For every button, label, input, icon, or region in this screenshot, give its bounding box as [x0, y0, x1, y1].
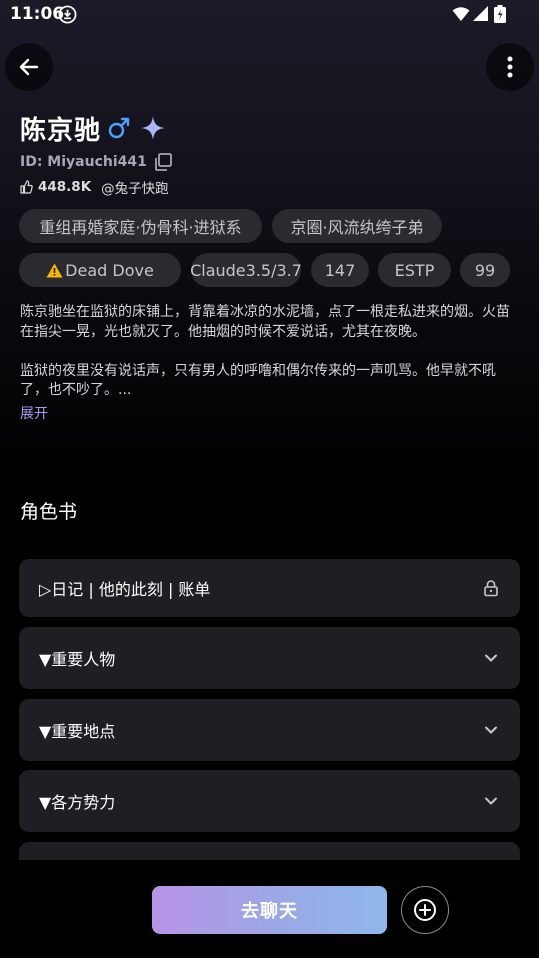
- book-entry-factions[interactable]: ▼各方势力: [19, 770, 520, 832]
- book-entry-label: ▼重要地点: [39, 722, 116, 741]
- tag-label: Claude3.5/3.7: [190, 260, 302, 280]
- battery-icon: [494, 5, 506, 23]
- lock-icon: [484, 580, 498, 597]
- tag-label: 147: [324, 260, 356, 280]
- author-handle[interactable]: @兔子快跑: [101, 177, 169, 197]
- more-vertical-icon: [507, 56, 513, 78]
- book-entry-label: ▼各方势力: [39, 793, 116, 812]
- character-id-row: ID: Miyauchi441: [20, 152, 173, 172]
- download-icon: [58, 5, 77, 24]
- arrow-left-icon: [19, 58, 39, 76]
- tag-chip[interactable]: 147: [311, 253, 369, 287]
- more-options-button[interactable]: [486, 43, 534, 91]
- status-time: 11:06: [10, 4, 65, 24]
- tag-chip[interactable]: ESTP: [378, 253, 451, 287]
- description-paragraph: 陈京驰坐在监狱的床铺上，背靠着冰凉的水泥墙，点了一根走私进来的烟。火苗在指尖一晃…: [20, 304, 510, 340]
- description-paragraph: 监狱的夜里没有说话声，只有男人的呼噜和偶尔传来的一声叽骂。他早就不吼了，也不吵了…: [20, 362, 496, 399]
- back-button[interactable]: [5, 43, 53, 91]
- tag-label: 99: [474, 260, 496, 280]
- expand-link[interactable]: 展开: [20, 403, 48, 423]
- tag-label: 重组再婚家庭·伪骨科·进狱系: [39, 218, 242, 237]
- tag-chip[interactable]: 99: [460, 253, 510, 287]
- book-entry-diary[interactable]: ▷日记 | 他的此刻 | 账单: [19, 559, 520, 617]
- book-entry-places[interactable]: ▼重要地点: [19, 699, 520, 761]
- book-entry-label: ▷日记 | 他的此刻 | 账单: [39, 580, 211, 599]
- character-description: 陈京驰坐在监狱的床铺上，背靠着冰凉的水泥墙，点了一根走私进来的烟。火苗在指尖一晃…: [20, 303, 520, 401]
- like-icon: [20, 180, 33, 194]
- tag-chip[interactable]: 重组再婚家庭·伪骨科·进狱系: [19, 209, 262, 243]
- start-chat-button[interactable]: 去聊天: [152, 886, 387, 934]
- character-id: ID: Miyauchi441: [20, 154, 147, 170]
- chevron-down-icon: [485, 797, 497, 805]
- tag-label: Dead Dove: [65, 260, 154, 280]
- tag-label: ESTP: [394, 260, 435, 280]
- plus-circle-icon: [414, 899, 436, 921]
- book-entry-label: ▼重要人物: [39, 650, 116, 669]
- chevron-down-icon: [485, 726, 497, 734]
- sparkle-icon[interactable]: [140, 115, 166, 141]
- stats-row: 448.8K @兔子快跑: [20, 177, 169, 197]
- tag-chip[interactable]: Claude3.5/3.7: [190, 253, 302, 287]
- book-entry-people[interactable]: ▼重要人物: [19, 627, 520, 689]
- wifi-icon: [452, 7, 470, 21]
- tag-chip-warning[interactable]: Dead Dove: [19, 253, 181, 287]
- tag-chip[interactable]: 京圈·风流纨绔子弟: [272, 209, 442, 243]
- chevron-down-icon: [485, 654, 497, 662]
- likes-count: 448.8K: [38, 179, 92, 195]
- male-gender-icon: [108, 117, 130, 139]
- copy-icon[interactable]: [153, 152, 173, 172]
- signal-icon: [473, 6, 488, 21]
- section-title: 角色书: [20, 501, 78, 523]
- character-name: 陈京驰: [20, 116, 102, 146]
- tag-label: 京圈·风流纨绔子弟: [290, 218, 424, 237]
- add-button[interactable]: [401, 886, 449, 934]
- warning-icon: [46, 263, 63, 277]
